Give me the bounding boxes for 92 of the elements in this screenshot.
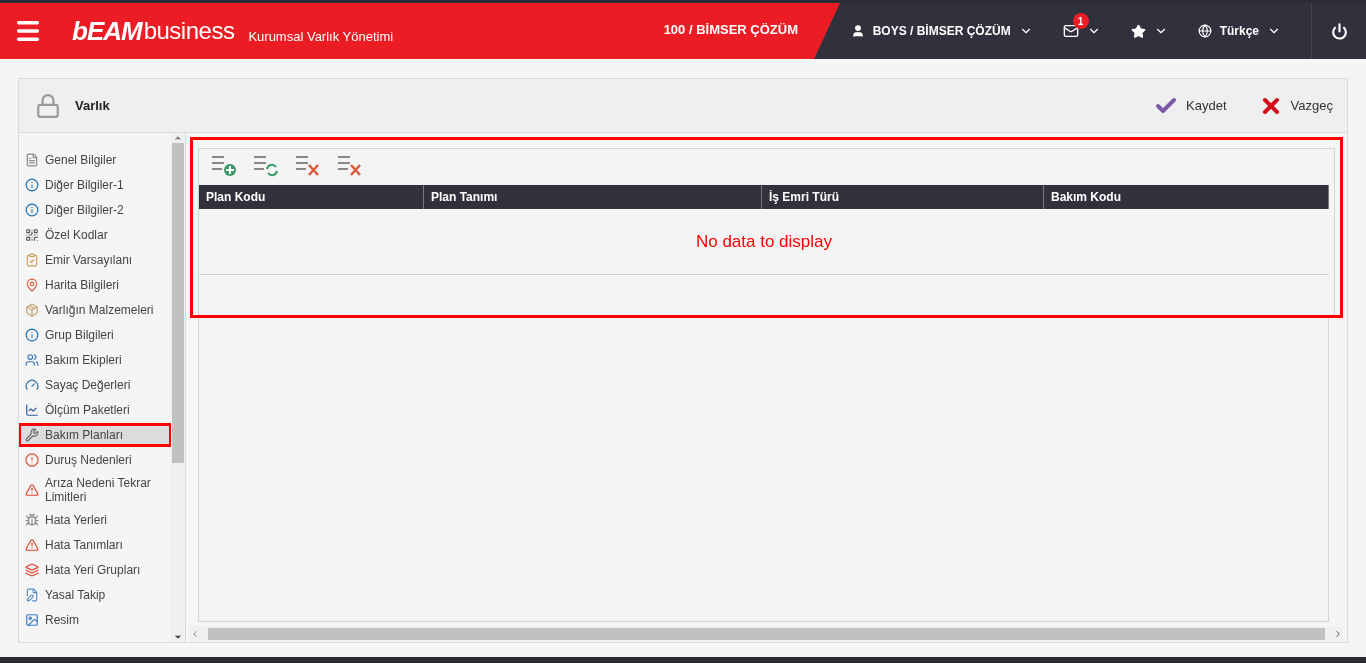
- scroll-left-icon: [190, 629, 200, 639]
- sidebar-item-label: Grup Bilgileri: [45, 328, 114, 342]
- sidebar-item[interactable]: Resim: [19, 609, 171, 631]
- sidebar-item[interactable]: Harita Bilgileri: [19, 274, 171, 296]
- sidebar-item-label: Emir Varsayılanı: [45, 253, 133, 267]
- sidebar-item[interactable]: Grup Bilgileri: [19, 324, 171, 346]
- image-icon: [25, 613, 39, 627]
- gauge-icon: [25, 378, 39, 392]
- document-icon: [25, 153, 39, 167]
- sidebar-item[interactable]: Genel Bilgiler: [19, 149, 171, 171]
- language-menu[interactable]: Türkçe: [1197, 24, 1281, 38]
- column-header[interactable]: İş Emri Türü: [762, 185, 1044, 209]
- power-icon: [1330, 22, 1348, 40]
- line-chart-icon: [25, 403, 39, 417]
- document-pen-icon: [25, 588, 39, 602]
- delete-row-icon: [294, 153, 322, 177]
- column-header[interactable]: Plan Kodu: [199, 185, 424, 209]
- message-count-badge: 1: [1072, 13, 1089, 29]
- delete-list-icon: [336, 153, 364, 177]
- sidebar-item-label: Diğer Bilgiler-2: [45, 203, 124, 217]
- map-pin-icon: [25, 278, 39, 292]
- sidebar-item-label: Sayaç Değerleri: [45, 378, 131, 392]
- favorites-menu[interactable]: [1130, 23, 1168, 39]
- sidebar-item[interactable]: Ölçüm Paketleri: [19, 399, 171, 421]
- clipboard-icon: [25, 253, 39, 267]
- empty-message: No data to display: [695, 231, 833, 252]
- layers-icon: [25, 563, 39, 577]
- column-header[interactable]: Bakım Kodu: [1044, 185, 1329, 209]
- user-icon: [850, 24, 865, 38]
- sidebar-item[interactable]: Özel Kodlar: [19, 224, 171, 246]
- people-icon: [25, 353, 39, 367]
- star-icon: [1130, 23, 1146, 39]
- mail-icon: [1062, 23, 1079, 39]
- scroll-right-icon: [1333, 629, 1343, 639]
- globe-icon: [1197, 24, 1212, 38]
- form-title: Varlık: [75, 98, 110, 113]
- sidebar-item-label: Hata Yerleri: [45, 513, 108, 527]
- column-header[interactable]: Plan Tanımı: [424, 185, 762, 209]
- sidebar-item[interactable]: Hata Tanımları: [19, 534, 171, 556]
- add-row-button[interactable]: [209, 153, 239, 179]
- sidebar-item-label: Diğer Bilgiler-1: [45, 178, 124, 192]
- sidebar-item[interactable]: Diğer Bilgiler-2: [19, 199, 171, 221]
- sidebar-item[interactable]: Diğer Bilgiler-1: [19, 174, 171, 196]
- refresh-rows-button[interactable]: [251, 153, 281, 179]
- sidebar-item-label: Yasal Takip: [45, 588, 106, 602]
- info-icon: [25, 328, 39, 342]
- sidebar-item-label: Ölçüm Paketleri: [45, 403, 130, 417]
- company-label: 100 / BİMSER ÇÖZÜM: [663, 21, 798, 37]
- sidebar-item-label: Hata Tanımları: [45, 538, 123, 552]
- bug-icon: [25, 513, 39, 527]
- sidebar-item[interactable]: Arıza Nedeni Tekrar Limitleri: [19, 474, 171, 506]
- sidebar-item-label: Genel Bilgiler: [45, 153, 117, 167]
- sidebar-item-label: Hata Yeri Grupları: [45, 563, 141, 577]
- refresh-icon: [252, 153, 280, 177]
- sidebar-item-label: Duruş Nedenleri: [45, 453, 132, 467]
- scroll-up-icon: [173, 133, 183, 143]
- sidebar-item[interactable]: Yasal Takip: [19, 584, 171, 606]
- sidebar-item[interactable]: Varlığın Malzemeleri: [19, 299, 171, 321]
- sidebar-item[interactable]: Hata Yerleri: [19, 509, 171, 531]
- sidebar-item-label: Bakım Ekipleri: [45, 353, 122, 367]
- scrollbar[interactable]: [171, 133, 185, 642]
- sidebar-item[interactable]: Sayaç Değerleri: [19, 374, 171, 396]
- warning-octagon-icon: [25, 453, 39, 467]
- info-icon: [25, 203, 39, 217]
- sidebar-item[interactable]: Hata Yeri Grupları: [19, 559, 171, 581]
- horizontal-scrollbar[interactable]: [190, 626, 1343, 642]
- warning-icon: [25, 538, 39, 552]
- padlock-icon: [35, 92, 61, 119]
- sidebar-item[interactable]: Bakım Ekipleri: [19, 349, 171, 371]
- sidebar-item-label: Arıza Nedeni Tekrar Limitleri: [45, 476, 152, 504]
- app-title: Kurumsal Varlık Yönetimi: [248, 28, 394, 44]
- sidebar-item-label: Resim: [45, 613, 79, 627]
- cancel-button[interactable]: Vazgeç: [1258, 93, 1333, 118]
- sidebar-item-label: Özel Kodlar: [45, 228, 108, 242]
- wrench-icon: [25, 428, 39, 442]
- sidebar-item-label: Harita Bilgileri: [45, 278, 120, 292]
- sidebar-item-label: Bakım Planları: [45, 428, 124, 442]
- logo-suffix: business: [143, 17, 235, 45]
- info-icon: [25, 178, 39, 192]
- scroll-down-icon: [173, 632, 183, 642]
- user-menu[interactable]: BOYS / BİMSER ÇÖZÜM: [850, 24, 1033, 38]
- sidebar-item[interactable]: Bakım Planları: [19, 424, 171, 446]
- save-button[interactable]: Kaydet: [1154, 93, 1227, 118]
- sidebar-item-label: Varlığın Malzemeleri: [45, 303, 154, 317]
- sidebar-item[interactable]: Duruş Nedenleri: [19, 449, 171, 471]
- package-icon: [25, 303, 39, 317]
- sidebar-item[interactable]: Emir Varsayılanı: [19, 249, 171, 271]
- qr-code-icon: [25, 228, 39, 242]
- messages-menu[interactable]: [1062, 23, 1101, 39]
- warning-icon: [25, 483, 39, 497]
- logo: bEAM: [72, 15, 142, 47]
- add-row-icon: [210, 153, 238, 177]
